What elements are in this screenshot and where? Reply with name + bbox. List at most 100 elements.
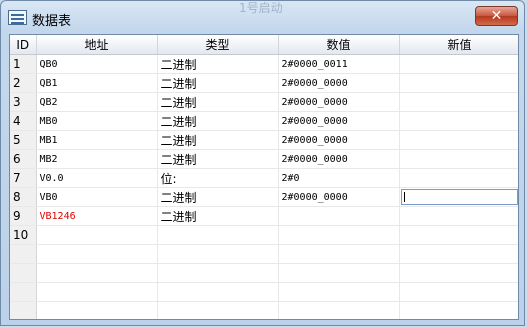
empty-cell <box>278 244 400 264</box>
value-cell[interactable]: 2#0000_0000 <box>278 73 400 93</box>
type-cell[interactable]: 二进制 <box>157 206 279 226</box>
type-cell[interactable]: 二进制 <box>157 54 279 74</box>
empty-cell <box>36 282 158 302</box>
empty-row <box>10 282 518 302</box>
window-title: 数据表 <box>32 14 72 29</box>
address-cell[interactable]: VB0 <box>36 187 158 207</box>
address-cell[interactable]: MB0 <box>36 111 158 131</box>
empty-cell <box>157 263 279 283</box>
new-value-cell[interactable] <box>399 168 518 188</box>
new-value-cell[interactable] <box>399 92 518 112</box>
value-cell[interactable]: 2#0000_0011 <box>278 54 400 74</box>
table-row[interactable]: 1 QB0 二进制 2#0000_0011 <box>10 54 518 74</box>
address-cell[interactable]: V0.0 <box>36 168 158 188</box>
data-table-window: 数据表 1号启动 ✕ ID 地址 类型 数值 新值 1 QB0 二进制 2#0000_… <box>0 0 525 326</box>
value-cell[interactable]: 2#0000_0000 <box>278 187 400 207</box>
empty-cell <box>36 301 158 319</box>
empty-cell <box>10 301 37 319</box>
empty-cell <box>10 244 37 264</box>
row-id-cell: 5 <box>10 130 37 150</box>
value-cell[interactable]: 2#0000_0000 <box>278 92 400 112</box>
type-cell[interactable]: 位: <box>157 168 279 188</box>
empty-cell <box>157 301 279 319</box>
close-icon: ✕ <box>490 8 503 24</box>
type-cell[interactable] <box>157 225 279 245</box>
row-id-cell: 10 <box>10 225 37 245</box>
new-value-cell[interactable] <box>399 54 518 74</box>
data-table: ID 地址 类型 数值 新值 1 QB0 二进制 2#0000_0011 2 QB1 二进制… <box>10 35 518 319</box>
new-value-cell[interactable] <box>399 149 518 169</box>
background-window-title: 1号启动 <box>239 1 283 15</box>
empty-row <box>10 263 518 283</box>
new-value-cell[interactable] <box>399 73 518 93</box>
new-value-cell[interactable] <box>399 187 518 207</box>
address-cell[interactable]: MB1 <box>36 130 158 150</box>
column-header-new-value[interactable]: 新值 <box>399 35 518 55</box>
table-row[interactable]: 3 QB2 二进制 2#0000_0000 <box>10 92 518 112</box>
row-id-cell: 1 <box>10 54 37 74</box>
column-header-address[interactable]: 地址 <box>36 35 158 55</box>
table-icon <box>8 10 27 25</box>
type-cell[interactable]: 二进制 <box>157 111 279 131</box>
value-cell[interactable] <box>278 206 400 226</box>
table-panel: ID 地址 类型 数值 新值 1 QB0 二进制 2#0000_0011 2 QB1 二进制… <box>9 34 519 320</box>
type-cell[interactable]: 二进制 <box>157 92 279 112</box>
row-id-cell: 4 <box>10 111 37 131</box>
address-cell[interactable]: QB0 <box>36 54 158 74</box>
empty-cell <box>278 301 400 319</box>
row-id-cell: 3 <box>10 92 37 112</box>
empty-cell <box>157 244 279 264</box>
value-cell[interactable]: 2#0 <box>278 168 400 188</box>
empty-row <box>10 244 518 264</box>
header-row: ID 地址 类型 数值 新值 <box>10 35 518 55</box>
address-cell[interactable]: MB2 <box>36 149 158 169</box>
table-row[interactable]: 6 MB2 二进制 2#0000_0000 <box>10 149 518 169</box>
address-cell[interactable]: QB2 <box>36 92 158 112</box>
value-cell[interactable]: 2#0000_0000 <box>278 130 400 150</box>
type-cell[interactable]: 二进制 <box>157 149 279 169</box>
column-header-id[interactable]: ID <box>10 35 37 55</box>
empty-cell <box>36 263 158 283</box>
value-cell[interactable] <box>278 225 400 245</box>
row-id-cell: 2 <box>10 73 37 93</box>
new-value-cell[interactable] <box>399 225 518 245</box>
column-header-value[interactable]: 数值 <box>278 35 400 55</box>
new-value-cell[interactable] <box>399 130 518 150</box>
empty-cell <box>10 263 37 283</box>
title-bar[interactable]: 数据表 1号启动 ✕ <box>1 1 524 33</box>
empty-cell <box>36 244 158 264</box>
empty-cell <box>399 263 518 283</box>
empty-cell <box>278 282 400 302</box>
row-id-cell: 9 <box>10 206 37 226</box>
column-header-type[interactable]: 类型 <box>157 35 279 55</box>
address-cell[interactable] <box>36 225 158 245</box>
type-cell[interactable]: 二进制 <box>157 187 279 207</box>
new-value-cell[interactable] <box>399 111 518 131</box>
empty-cell <box>399 244 518 264</box>
type-cell[interactable]: 二进制 <box>157 73 279 93</box>
empty-row <box>10 301 518 319</box>
table-row[interactable]: 9 VB1246 二进制 <box>10 206 518 226</box>
table-row[interactable]: 7 V0.0 位: 2#0 <box>10 168 518 188</box>
address-cell[interactable]: QB1 <box>36 73 158 93</box>
value-cell[interactable]: 2#0000_0000 <box>278 149 400 169</box>
row-id-cell: 7 <box>10 168 37 188</box>
value-cell[interactable]: 2#0000_0000 <box>278 111 400 131</box>
table-row[interactable]: 8 VB0 二进制 2#0000_0000 <box>10 187 518 207</box>
empty-cell <box>399 301 518 319</box>
new-value-input[interactable] <box>400 189 518 205</box>
type-cell[interactable]: 二进制 <box>157 130 279 150</box>
table-row[interactable]: 2 QB1 二进制 2#0000_0000 <box>10 73 518 93</box>
empty-cell <box>278 263 400 283</box>
empty-cell <box>10 282 37 302</box>
table-row[interactable]: 4 MB0 二进制 2#0000_0000 <box>10 111 518 131</box>
empty-cell <box>399 282 518 302</box>
close-button[interactable]: ✕ <box>475 6 518 26</box>
table-row[interactable]: 10 <box>10 225 518 245</box>
new-value-cell[interactable] <box>399 206 518 226</box>
empty-cell <box>157 282 279 302</box>
row-id-cell: 8 <box>10 187 37 207</box>
row-id-cell: 6 <box>10 149 37 169</box>
address-cell[interactable]: VB1246 <box>36 206 158 226</box>
table-row[interactable]: 5 MB1 二进制 2#0000_0000 <box>10 130 518 150</box>
